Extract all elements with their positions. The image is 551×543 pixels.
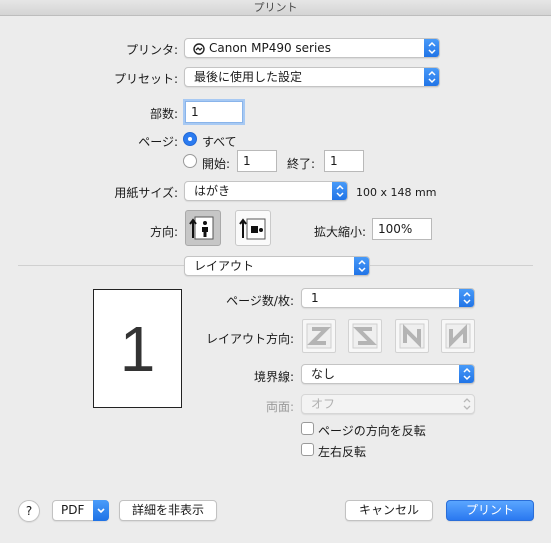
pages-per-sheet-value: 1 xyxy=(311,291,319,305)
preset-value: 最後に使用した設定 xyxy=(194,70,303,84)
popup-arrows-icon xyxy=(459,289,474,307)
reverse-z-layout-icon xyxy=(352,323,378,349)
pages-to-label: 終了: xyxy=(287,157,316,171)
section-value: レイアウト xyxy=(194,259,255,273)
print-button[interactable]: プリント xyxy=(446,500,534,521)
flip-horizontal-label: 左右反転 xyxy=(318,445,367,459)
portrait-orientation-icon xyxy=(189,216,214,240)
window-title: プリント xyxy=(253,1,298,14)
pages-per-sheet-label: ページ数/枚: xyxy=(226,294,294,308)
landscape-orientation-button[interactable] xyxy=(235,210,271,246)
paper-size-label: 用紙サイズ: xyxy=(114,186,178,200)
popup-arrows-icon xyxy=(332,182,347,200)
z-layout-icon xyxy=(306,323,332,349)
printer-label: プリンタ: xyxy=(125,43,178,57)
pages-from-field[interactable]: 1 xyxy=(237,150,277,172)
cancel-button[interactable]: キャンセル xyxy=(345,500,433,521)
border-label: 境界線: xyxy=(253,370,294,384)
printer-status-icon xyxy=(193,42,205,55)
pages-all-label: すべて xyxy=(202,135,237,149)
pages-label: ページ: xyxy=(138,135,178,149)
layout-direction-reverse-n[interactable] xyxy=(441,319,475,353)
popup-arrows-icon xyxy=(459,365,474,383)
border-value: なし xyxy=(311,367,336,381)
border-select[interactable]: なし xyxy=(301,364,475,384)
layout-direction-z[interactable] xyxy=(302,319,336,353)
two-sided-label: 両面: xyxy=(265,400,294,414)
pdf-label: PDF xyxy=(61,503,85,517)
paper-dimensions: 100 x 148 mm xyxy=(356,186,437,199)
popup-arrows-icon xyxy=(354,257,369,275)
popup-arrows-icon xyxy=(424,68,439,86)
preset-label: プリセット: xyxy=(113,72,178,86)
paper-size-value: はがき xyxy=(194,184,231,198)
page-preview: 1 xyxy=(93,289,182,408)
flip-horizontal-checkbox[interactable] xyxy=(301,443,314,456)
n-layout-icon xyxy=(399,323,425,349)
preset-select[interactable]: 最後に使用した設定 xyxy=(184,67,440,87)
reverse-orientation-label: ページの方向を反転 xyxy=(318,424,426,438)
scale-field[interactable]: 100% xyxy=(372,218,432,240)
landscape-orientation-icon xyxy=(239,218,266,240)
popup-arrows-icon xyxy=(424,39,439,57)
paper-size-select[interactable]: はがき xyxy=(184,181,348,201)
portrait-orientation-button[interactable] xyxy=(185,210,221,246)
popup-arrows-icon xyxy=(459,395,474,413)
pages-range-radio[interactable] xyxy=(183,154,197,168)
copies-label: 部数: xyxy=(149,107,178,121)
orientation-label: 方向: xyxy=(149,225,178,239)
pages-to-field[interactable]: 1 xyxy=(324,150,364,172)
copies-field[interactable]: 1 xyxy=(185,101,243,123)
printer-select[interactable]: Canon MP490 series xyxy=(184,38,440,58)
pages-from-label: 開始: xyxy=(202,157,231,171)
pdf-menu-button[interactable]: PDF xyxy=(52,500,109,521)
scale-label: 拡大縮小: xyxy=(313,225,366,239)
window-title-bar: プリント xyxy=(0,0,551,16)
reverse-n-layout-icon xyxy=(445,323,471,349)
two-sided-value: オフ xyxy=(311,397,336,411)
pages-all-radio[interactable] xyxy=(183,132,197,146)
hide-details-button[interactable]: 詳細を非表示 xyxy=(119,500,217,521)
preview-page-number: 1 xyxy=(119,312,156,385)
help-button[interactable]: ? xyxy=(18,500,40,522)
layout-direction-n[interactable] xyxy=(395,319,429,353)
chevron-down-icon xyxy=(93,500,109,521)
reverse-orientation-checkbox[interactable] xyxy=(301,422,314,435)
layout-direction-label: レイアウト方向: xyxy=(205,332,294,346)
two-sided-select[interactable]: オフ xyxy=(301,394,475,414)
section-select[interactable]: レイアウト xyxy=(184,256,370,276)
printer-value: Canon MP490 series xyxy=(209,41,331,55)
layout-direction-reverse-z[interactable] xyxy=(348,319,382,353)
pages-per-sheet-select[interactable]: 1 xyxy=(301,288,475,308)
